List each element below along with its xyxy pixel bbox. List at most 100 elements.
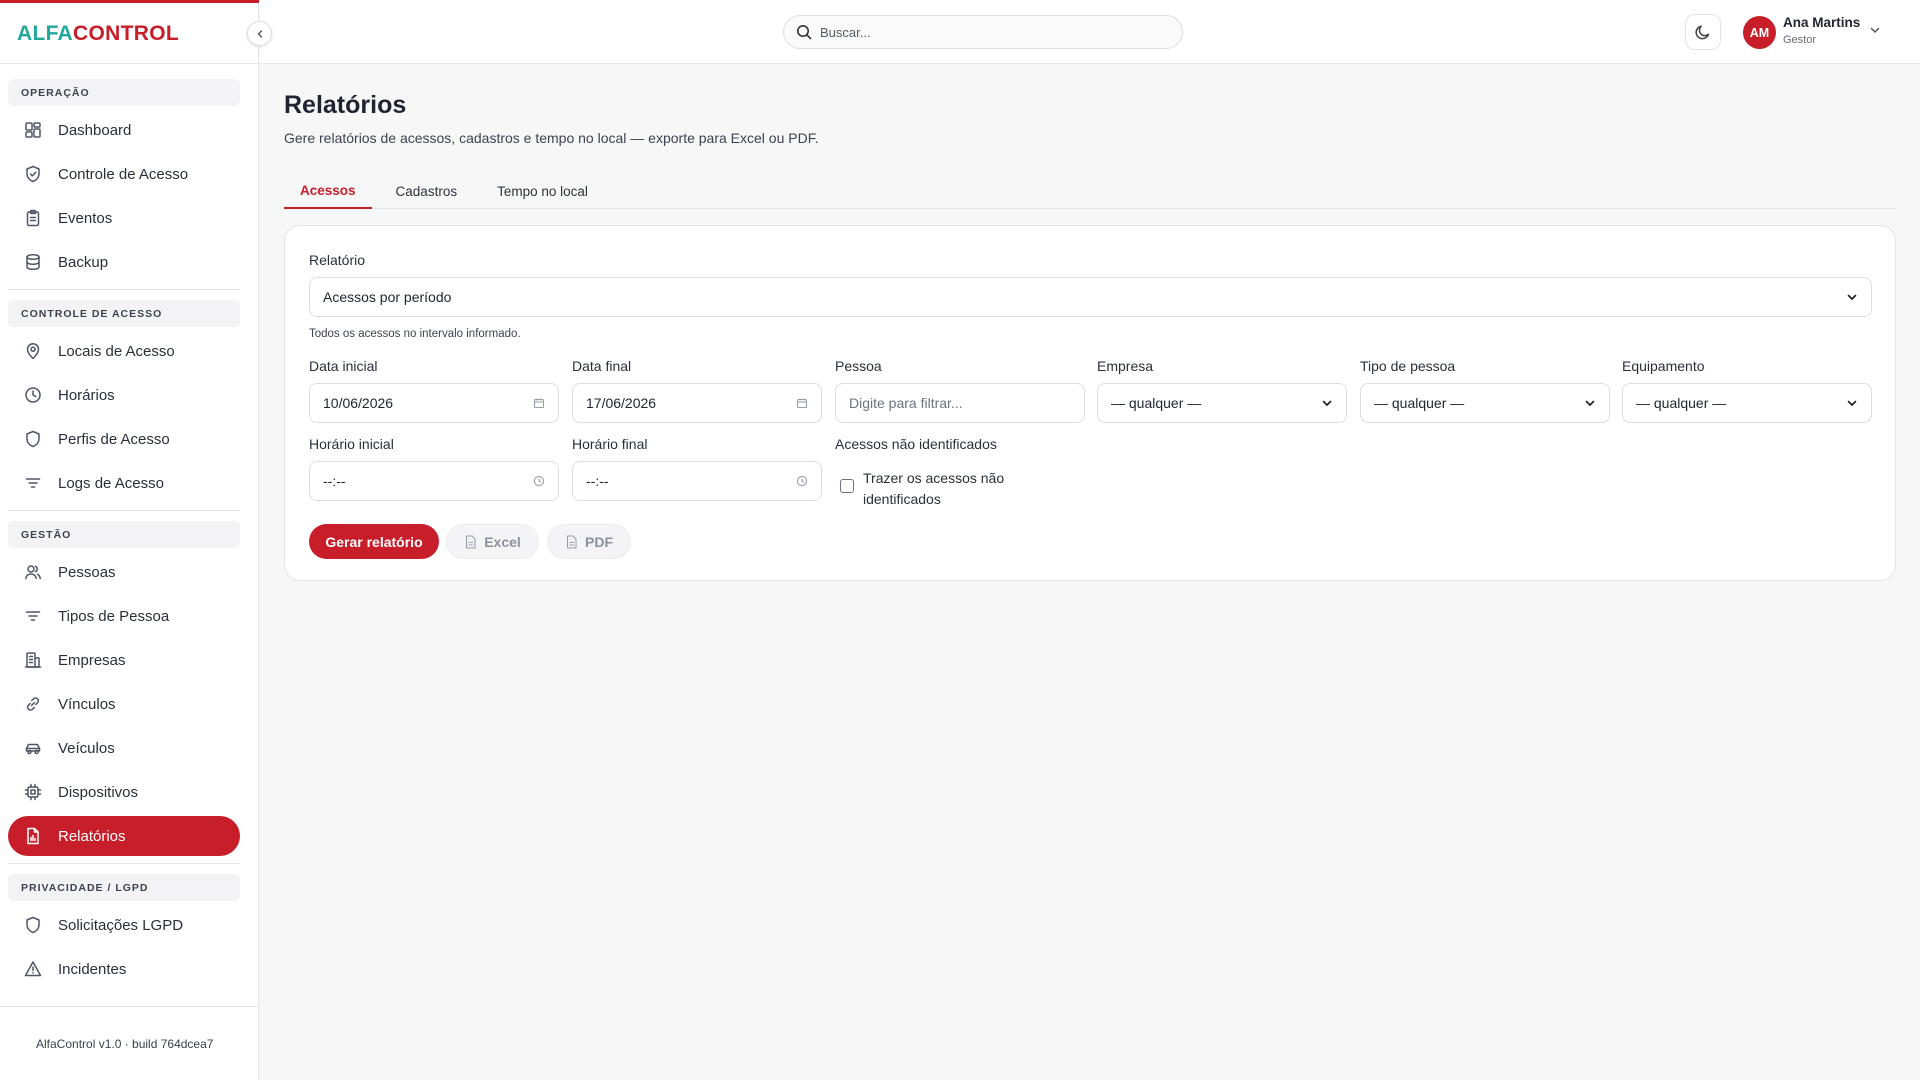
sidebar-section-label: PRIVACIDADE / LGPD — [8, 874, 240, 901]
sidebar-item-tipos-de-pessoa[interactable]: Tipos de Pessoa — [8, 596, 240, 636]
sidebar-nav: OPERAÇÃO Dashboard Controle de Acesso Event… — [8, 79, 240, 1004]
sidebar-section-label: OPERAÇÃO — [8, 79, 240, 106]
report-type-value: Acessos por período — [323, 289, 452, 305]
calendar-icon — [796, 398, 808, 409]
search-input[interactable] — [820, 24, 1160, 40]
sidebar-item-horarios[interactable]: Horários — [8, 375, 240, 415]
search-box[interactable] — [783, 15, 1183, 49]
page-title: Relatórios — [284, 91, 407, 119]
tab-cadastros[interactable]: Cadastros — [380, 173, 474, 209]
chip-icon — [23, 782, 43, 802]
filter-lines-icon — [23, 606, 43, 626]
sidebar-item-label: Perfis de Acesso — [58, 430, 170, 448]
sidebar-item-controle-de-acesso[interactable]: Controle de Acesso — [8, 154, 240, 194]
equipment-value: — qualquer — — [1636, 395, 1727, 411]
sidebar-item-label: Incidentes — [58, 960, 127, 978]
sidebar-item-locais-de-acesso[interactable]: Locais de Acesso — [8, 331, 240, 371]
unidentified-checkbox-label[interactable]: Trazer os acessos não identificados — [863, 468, 1043, 510]
company-select[interactable]: — qualquer — — [1097, 383, 1347, 423]
sidebar-item-eventos[interactable]: Eventos — [8, 198, 240, 238]
sidebar-section-label: CONTROLE DE ACESSO — [8, 300, 240, 327]
start-time-value: --:-- — [323, 473, 346, 489]
car-icon — [23, 738, 43, 758]
export-excel-label: Excel — [484, 533, 521, 550]
divider — [0, 1006, 259, 1007]
user-menu-chevron[interactable] — [1869, 23, 1881, 40]
sidebar-item-incidentes[interactable]: Incidentes — [8, 949, 240, 989]
company-value: — qualquer — — [1111, 395, 1202, 411]
sidebar-item-relatorios[interactable]: Relatórios — [8, 816, 240, 856]
unidentified-label: Acessos não identificados — [835, 436, 997, 452]
sidebar-item-vinculos[interactable]: Vínculos — [8, 684, 240, 724]
report-type-label: Relatório — [309, 252, 366, 268]
start-date-input[interactable]: 10/06/2026 — [309, 383, 559, 423]
generate-report-button[interactable]: Gerar relatório — [309, 524, 439, 559]
chevron-down-icon — [1585, 400, 1595, 407]
brand-logo[interactable]: ALFACONTROL — [17, 22, 179, 46]
divider — [0, 63, 259, 64]
start-date-value: 10/06/2026 — [323, 395, 394, 411]
end-time-input[interactable]: --:-- — [572, 461, 822, 501]
theme-toggle-button[interactable] — [1685, 14, 1721, 50]
building-icon — [23, 650, 43, 670]
sidebar-item-logs-de-acesso[interactable]: Logs de Acesso — [8, 463, 240, 503]
report-tabs: Acessos Cadastros Tempo no local — [284, 173, 1896, 209]
sidebar-item-solicitacoes-lgpd[interactable]: Solicitações LGPD — [8, 905, 240, 945]
equipment-label: Equipamento — [1622, 358, 1705, 374]
sidebar: ALFACONTROL OPERAÇÃO Dashboard Controle de… — [0, 0, 259, 1080]
map-pin-icon — [23, 341, 43, 361]
sidebar-item-veiculos[interactable]: Veículos — [8, 728, 240, 768]
export-pdf-label: PDF — [585, 533, 613, 550]
equipment-select[interactable]: — qualquer — — [1622, 383, 1872, 423]
chevron-down-icon — [1847, 294, 1857, 301]
alert-triangle-icon — [23, 959, 43, 979]
sidebar-item-label: Eventos — [58, 209, 113, 227]
person-filter-input[interactable]: Digite para filtrar... — [835, 383, 1085, 423]
export-pdf-button[interactable]: PDF — [547, 524, 631, 559]
export-excel-button[interactable]: Excel — [446, 524, 539, 559]
person-label: Pessoa — [835, 358, 882, 374]
end-time-label: Horário final — [572, 436, 648, 452]
sidebar-item-label: Tipos de Pessoa — [58, 607, 170, 625]
sidebar-divider — [8, 510, 240, 511]
company-label: Empresa — [1097, 358, 1154, 374]
end-date-label: Data final — [572, 358, 632, 374]
start-date-label: Data inicial — [309, 358, 378, 374]
sidebar-item-label: Dispositivos — [58, 783, 139, 801]
sidebar-item-label: Pessoas — [58, 563, 116, 581]
sidebar-section-label: GESTÃO — [8, 521, 240, 548]
unidentified-checkbox[interactable] — [840, 479, 854, 493]
sidebar-item-perfis-de-acesso[interactable]: Perfis de Acesso — [8, 419, 240, 459]
sidebar-item-empresas[interactable]: Empresas — [8, 640, 240, 680]
brand-accent-bar — [0, 0, 259, 3]
end-time-value: --:-- — [586, 473, 609, 489]
start-time-input[interactable]: --:-- — [309, 461, 559, 501]
app-version: AlfaControl v1.0 · build 764dcea7 — [36, 1037, 214, 1051]
shield-icon — [23, 915, 43, 935]
tab-acessos[interactable]: Acessos — [284, 173, 372, 209]
person-type-select[interactable]: — qualquer — — [1360, 383, 1610, 423]
dashboard-icon — [23, 120, 43, 140]
clock-icon — [533, 475, 545, 487]
sidebar-item-backup[interactable]: Backup — [8, 242, 240, 282]
chevron-left-icon — [257, 29, 262, 38]
avatar[interactable]: AM — [1743, 16, 1776, 49]
shield-check-icon — [23, 164, 43, 184]
shield-icon — [23, 429, 43, 449]
clock-icon — [796, 475, 808, 487]
link-icon — [23, 694, 43, 714]
collapse-sidebar-button[interactable] — [247, 21, 272, 46]
sidebar-item-dispositivos[interactable]: Dispositivos — [8, 772, 240, 812]
users-icon — [23, 562, 43, 582]
user-role: Gestor — [1783, 34, 1817, 46]
report-type-select[interactable]: Acessos por período — [309, 277, 1872, 317]
end-date-input[interactable]: 17/06/2026 — [572, 383, 822, 423]
person-filter-placeholder: Digite para filtrar... — [849, 395, 963, 411]
database-icon — [23, 252, 43, 272]
chevron-down-icon — [1847, 400, 1857, 407]
sidebar-item-dashboard[interactable]: Dashboard — [8, 110, 240, 150]
sidebar-item-label: Controle de Acesso — [58, 165, 189, 183]
tab-tempo-no-local[interactable]: Tempo no local — [481, 173, 604, 209]
sidebar-item-pessoas[interactable]: Pessoas — [8, 552, 240, 592]
user-name[interactable]: Ana Martins — [1783, 15, 1860, 30]
